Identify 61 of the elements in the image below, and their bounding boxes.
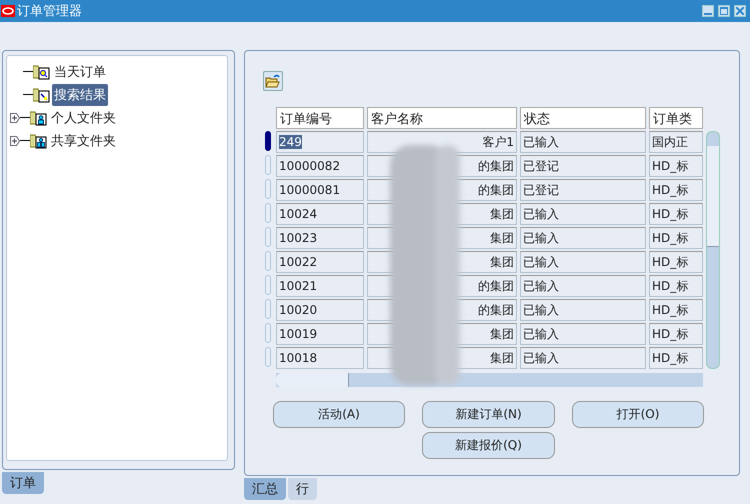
logo-icon [1, 5, 15, 17]
tree-item[interactable]: 搜索结果 [52, 84, 108, 106]
folder-icon[interactable] [33, 63, 50, 80]
column-header[interactable]: 订单编号 [276, 107, 364, 129]
column-header[interactable]: 状态 [520, 107, 646, 129]
action-button[interactable]: 活动(A) [273, 401, 405, 428]
tab[interactable]: 订单 [2, 472, 44, 494]
tree-item[interactable]: 当天订单 [52, 60, 108, 82]
table-cell: 已输入 [520, 347, 646, 369]
expand-icon[interactable] [10, 112, 20, 122]
table-cell: 10019 [276, 323, 364, 345]
table-cell: 10022 [276, 251, 364, 273]
action-button[interactable]: 新建订单(N) [422, 401, 555, 428]
table-cell: 10024 [276, 203, 364, 225]
table-cell: HD_标 [649, 203, 703, 225]
table-cell: 已登记 [520, 179, 646, 201]
table-cell: 已输入 [520, 227, 646, 249]
table-cell: HD_标 [649, 275, 703, 297]
column-header[interactable]: 客户名称 [367, 107, 517, 129]
tab[interactable]: 汇总 [244, 478, 286, 500]
table-cell: 249 [276, 131, 364, 153]
table-cell: 已输入 [520, 203, 646, 225]
table-cell: HD_标 [649, 227, 703, 249]
table-cell: HD_标 [649, 323, 703, 345]
table-cell: 10000082 [276, 155, 364, 177]
table-cell: HD_标 [649, 299, 703, 321]
tab[interactable]: 行 [288, 478, 317, 500]
action-button[interactable]: 新建报价(Q) [422, 432, 555, 459]
table-cell: 国内正 [649, 131, 703, 153]
minimize-button[interactable] [702, 5, 714, 17]
table-cell: 已输入 [520, 251, 646, 273]
table-cell: HD_标 [649, 179, 703, 201]
table-cell: HD_标 [649, 251, 703, 273]
table-cell: 10020 [276, 299, 364, 321]
folder-icon[interactable] [30, 109, 47, 126]
table-cell: 已输入 [520, 323, 646, 345]
table-cell: 10021 [276, 275, 364, 297]
row-selector[interactable] [265, 131, 271, 151]
folder-icon[interactable] [30, 132, 47, 149]
table-cell: 10000081 [276, 179, 364, 201]
table-cell: 已输入 [520, 275, 646, 297]
open-folder-button[interactable] [263, 71, 283, 91]
maximize-icon [720, 7, 728, 15]
table-cell: 10018 [276, 347, 364, 369]
close-button[interactable] [734, 5, 746, 17]
column-header[interactable]: 订单类 [649, 107, 703, 129]
table-cell: HD_标 [649, 155, 703, 177]
folder-icon[interactable] [33, 86, 50, 103]
close-icon [736, 7, 744, 15]
table-cell: 已输入 [520, 131, 646, 153]
vertical-scrollbar[interactable] [706, 131, 720, 369]
table-cell: 已登记 [520, 155, 646, 177]
table-cell: 已输入 [520, 299, 646, 321]
action-button[interactable]: 打开(O) [572, 401, 704, 428]
tree-item[interactable]: 共享文件夹 [49, 130, 118, 152]
expand-icon[interactable] [10, 136, 20, 146]
tree-item[interactable]: 个人文件夹 [49, 106, 118, 128]
table-cell: HD_标 [649, 347, 703, 369]
table-cell: 10023 [276, 227, 364, 249]
maximize-button[interactable] [718, 5, 730, 17]
window-title: 订单管理器 [17, 3, 83, 20]
